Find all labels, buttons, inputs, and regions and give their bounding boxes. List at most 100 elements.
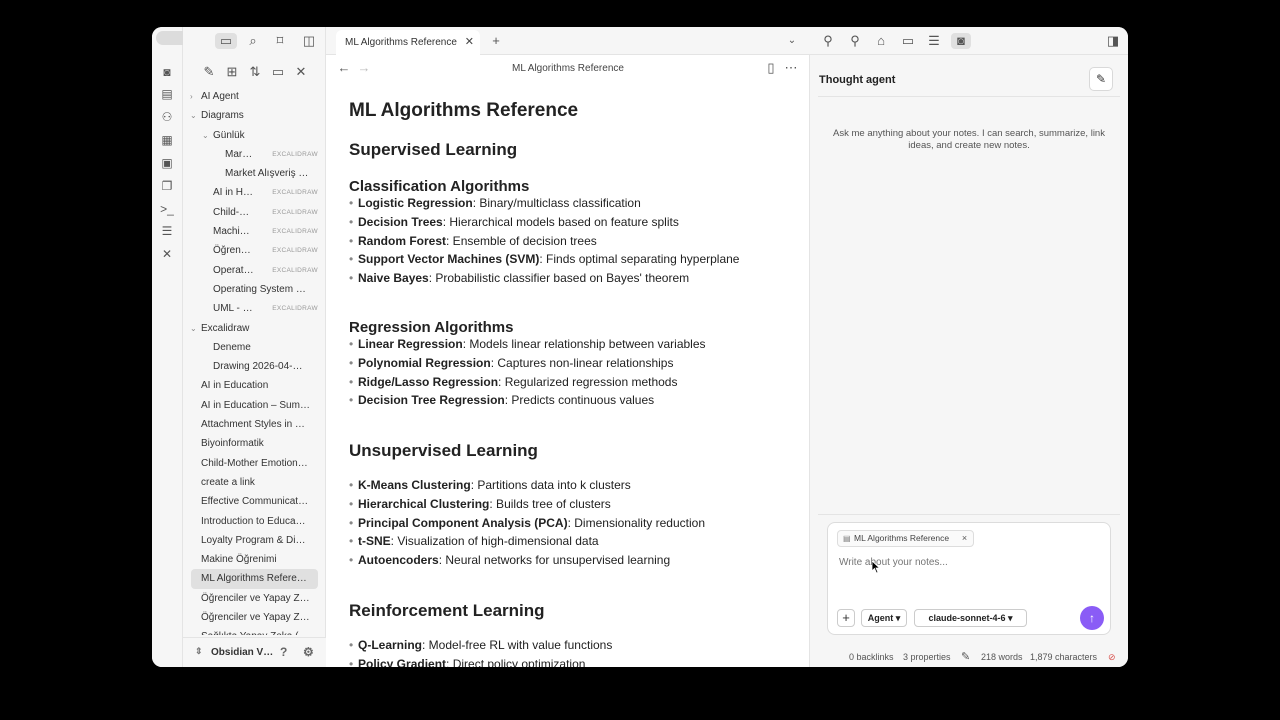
agent-hint: Ask me anything about your notes. I can … (833, 128, 1105, 151)
tree-item[interactable]: Biyoinformatik (183, 434, 326, 453)
vault-switch-icon[interactable]: ⇕ (195, 646, 203, 657)
chevron-down-icon[interactable]: ⌄ (190, 106, 197, 125)
tree-item[interactable]: Child-Mother Emotion… (183, 454, 326, 473)
right-sidebar-toggle-icon[interactable]: ◨ (1105, 33, 1121, 49)
tree-folder[interactable]: ⌄ Günlük (183, 126, 326, 145)
list-item: Hierarchical Clustering: Builds tree of … (349, 496, 611, 511)
heading-regression: Regression Algorithms (349, 319, 514, 336)
reading-view-icon[interactable]: ▯ (763, 60, 779, 76)
list-icon[interactable]: ☰ (160, 224, 174, 238)
sort-icon[interactable]: ⇅ (247, 64, 263, 80)
tree-item-excalidraw[interactable]: Mar… EXCALIDRAW (183, 145, 326, 164)
sidebar-toggle-icon[interactable]: ◫ (301, 33, 317, 49)
note-title-breadcrumb[interactable]: ML Algorithms Reference (326, 63, 810, 74)
tree-item-label: Loyalty Program & Di… (201, 534, 306, 546)
remove-context-icon[interactable]: × (962, 531, 967, 546)
tree-item[interactable]: Attachment Styles in … (183, 415, 326, 434)
collapse-all-icon[interactable]: ✕ (293, 64, 309, 80)
link-edit-icon[interactable]: ⚲ (820, 33, 836, 49)
list-item-term: Decision Tree Regression (358, 393, 505, 408)
tree-item-label: Market Alışveriş … (225, 168, 309, 180)
chevron-down-icon[interactable]: ⌄ (202, 126, 209, 145)
tree-item[interactable]: Introduction to Educa… (183, 512, 326, 531)
calendar-icon[interactable]: ▣ (160, 156, 174, 170)
tree-item[interactable]: Deneme (183, 338, 326, 357)
vault-footer: ⇕ Obsidian V… ? ⚙ (183, 637, 326, 667)
archive-icon[interactable]: ▭ (900, 33, 916, 49)
context-chip[interactable]: ▤ ML Algorithms Reference × (837, 530, 975, 547)
list-item-desc: : Regularized regression methods (498, 374, 678, 389)
tree-item[interactable]: Effective Communicat… (183, 492, 326, 511)
grid-icon[interactable]: ▦ (160, 133, 174, 147)
tree-item-excalidraw[interactable]: AI in H… EXCALIDRAW (183, 183, 326, 202)
tree-item-excalidraw[interactable]: UML - … EXCALIDRAW (183, 299, 326, 318)
tree-item[interactable]: Öğrenciler ve Yapay Z… (183, 589, 326, 608)
tree-item[interactable]: ML Algorithms Refere… (191, 569, 318, 589)
help-icon[interactable]: ? (280, 645, 287, 659)
file-type-badge: EXCALIDRAW (272, 189, 318, 197)
tree-item[interactable]: Operating System … (183, 280, 326, 299)
tree-item[interactable]: AI in Education – Sum… (183, 396, 326, 415)
list-item-term: Linear Regression (358, 337, 463, 351)
tree-folder[interactable]: ⌄ Excalidraw (183, 319, 326, 338)
tree-item[interactable]: Öğrenciler ve Yapay Z… (183, 608, 326, 627)
tree-item[interactable]: AI in Education (183, 376, 326, 395)
file-type-badge: EXCALIDRAW (272, 150, 318, 158)
link-add-icon[interactable]: ⚲ (847, 33, 863, 49)
chevron-right-icon[interactable]: › (190, 87, 193, 106)
search-icon[interactable]: ⌕ (245, 33, 261, 49)
sync-off-icon[interactable]: ⊘ (1108, 647, 1116, 667)
list-item: t-SNE: Visualization of high-dimensional… (349, 534, 599, 549)
new-folder-icon[interactable]: ⊞ (224, 64, 240, 80)
tree-item-excalidraw[interactable]: Child-… EXCALIDRAW (183, 203, 326, 222)
tools-icon[interactable]: ✕ (160, 247, 174, 261)
tree-item[interactable]: Sağlıkta Yapay Zeka (… (183, 627, 326, 635)
context-chip-label: ML Algorithms Reference (854, 533, 950, 543)
model-select[interactable]: claude-sonnet-4-6 ▾ (914, 609, 1027, 627)
new-note-icon[interactable]: ✎ (201, 64, 217, 80)
chevron-down-icon[interactable]: ⌄ (190, 319, 197, 338)
file-icon[interactable]: ▤ (160, 87, 174, 101)
mode-select[interactable]: Agent ▾ (861, 609, 907, 627)
tree-item[interactable]: create a link (183, 473, 326, 492)
note-content[interactable]: ML Algorithms Reference Supervised Learn… (349, 87, 789, 667)
settings-icon[interactable]: ⚙ (303, 645, 314, 659)
status-bar: 0 backlinks 3 properties ✎ 218 words 1,8… (810, 647, 1128, 667)
graph-icon[interactable]: ⚇ (160, 110, 174, 124)
more-options-icon[interactable]: ⋯ (783, 60, 799, 76)
tree-item-excalidraw[interactable]: Machi… EXCALIDRAW (183, 222, 326, 241)
terminal-icon[interactable]: >_ (160, 202, 174, 216)
backlinks-count[interactable]: 0 backlinks (849, 647, 894, 667)
new-chat-button[interactable]: ✎ (1089, 67, 1113, 91)
edit-mode-icon[interactable]: ✎ (961, 647, 970, 667)
tab-list-chevron-icon[interactable]: ⌄ (784, 33, 800, 49)
tree-item[interactable]: Market Alışveriş … (183, 164, 326, 183)
tree-folder[interactable]: › AI Agent (183, 87, 326, 106)
tree-folder[interactable]: ⌄ Diagrams (183, 106, 326, 125)
heading-classification: Classification Algorithms (349, 178, 530, 195)
tree-item-excalidraw[interactable]: Operat… EXCALIDRAW (183, 261, 326, 280)
tag-icon[interactable]: ⌂ (873, 33, 889, 49)
close-tab-icon[interactable]: ✕ (465, 30, 474, 55)
tab-ml-algorithms[interactable]: ML Algorithms Reference ✕ (336, 30, 480, 55)
list-item-term: Hierarchical Clustering (358, 496, 490, 511)
send-button[interactable]: ↑ (1080, 606, 1104, 630)
tree-item[interactable]: Drawing 2026-04-… (183, 357, 326, 376)
collapse-view-icon[interactable]: ▭ (270, 64, 286, 80)
attach-button[interactable]: + (837, 609, 855, 627)
folder-icon[interactable]: ▭ (215, 33, 237, 49)
vault-name[interactable]: Obsidian V… (211, 647, 273, 658)
list-item-desc: : Visualization of high-dimensional data (390, 534, 599, 549)
agent-bot-icon[interactable]: ◙ (160, 65, 174, 79)
agent-icon[interactable]: ◙ (951, 33, 971, 49)
properties-count[interactable]: 3 properties (903, 647, 951, 667)
tree-item-excalidraw[interactable]: Öğren… EXCALIDRAW (183, 241, 326, 260)
new-tab-icon[interactable]: + (488, 33, 504, 49)
tree-item[interactable]: Makine Öğrenimi (183, 550, 326, 569)
explorer-actions: ✎ ⊞ ⇅ ▭ ✕ (201, 63, 316, 81)
bookmark-icon[interactable]: ⌑ (272, 33, 288, 49)
outline-icon[interactable]: ☰ (926, 33, 942, 49)
copy-icon[interactable]: ❐ (160, 179, 174, 193)
tree-item-label: Child-Mother Emotion… (201, 457, 308, 469)
tree-item[interactable]: Loyalty Program & Di… (183, 531, 326, 550)
